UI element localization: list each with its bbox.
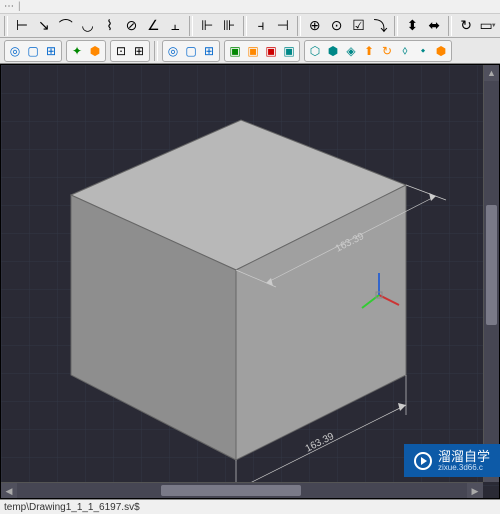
sep2 bbox=[243, 16, 247, 36]
dim-style-dropdown[interactable]: ▭▼ bbox=[478, 16, 498, 36]
intersect-icon[interactable]: ◈ bbox=[342, 42, 360, 60]
dim-quick-icon[interactable]: ⫠ bbox=[165, 16, 185, 36]
sep1 bbox=[189, 16, 193, 36]
group-solids: ▣ ▣ ▣ ▣ bbox=[224, 40, 300, 62]
dim-break-icon[interactable]: ⊣ bbox=[273, 16, 293, 36]
donut2-icon[interactable]: ◎ bbox=[164, 42, 182, 60]
group-ucs: ✦ ⬢ bbox=[66, 40, 106, 62]
dim-update-icon[interactable]: ↻ bbox=[456, 16, 476, 36]
donut-icon[interactable]: ◎ bbox=[6, 42, 24, 60]
watermark: 溜溜自学 zixue.3d66.c bbox=[404, 444, 500, 477]
group-boolean: ⬡ ⬢ ◈ ⬆ ↻ ⬨ ⬩ ⬢ bbox=[304, 40, 452, 62]
dim-continue-icon[interactable]: ⊪ bbox=[219, 16, 239, 36]
group-layer: ⊡ ⊞ bbox=[110, 40, 150, 62]
dim-linear-icon[interactable]: ⊢ bbox=[12, 16, 32, 36]
layer-a-icon[interactable]: ⊡ bbox=[112, 42, 130, 60]
dim-diameter-icon[interactable]: ⊘ bbox=[122, 16, 142, 36]
dim-angle-icon[interactable]: ∠ bbox=[143, 16, 163, 36]
box-green-icon[interactable]: ▣ bbox=[226, 42, 244, 60]
menu-sep: | bbox=[18, 1, 21, 12]
sep-mid[interactable] bbox=[154, 41, 158, 61]
layer-b-icon[interactable]: ⊞ bbox=[130, 42, 148, 60]
group-view1: ◎ ▢ ⊞ bbox=[4, 40, 62, 62]
dim-baseline-icon[interactable]: ⊩ bbox=[197, 16, 217, 36]
sep5 bbox=[448, 16, 452, 36]
revolve-icon[interactable]: ↻ bbox=[378, 42, 396, 60]
plus-icon[interactable]: ⊞ bbox=[42, 42, 60, 60]
cube-nav-icon[interactable]: ⬢ bbox=[86, 42, 104, 60]
dim-edit-icon[interactable]: ⬍ bbox=[402, 16, 422, 36]
watermark-title: 溜溜自学 bbox=[438, 450, 490, 464]
box-orange-icon[interactable]: ▣ bbox=[244, 42, 262, 60]
viewport[interactable]: 163.39 163.39 ▲ ▼ ◀ ▶ bbox=[0, 64, 500, 499]
dim-jogged-icon[interactable]: ⌇ bbox=[100, 16, 120, 36]
group-view2: ◎ ▢ ⊞ bbox=[162, 40, 220, 62]
status-bar: temp\Drawing1_1_1_6197.sv$ bbox=[0, 499, 500, 514]
dim-aligned-icon[interactable]: ↘ bbox=[34, 16, 54, 36]
play-icon bbox=[414, 452, 432, 470]
rect2-icon[interactable]: ▢ bbox=[182, 42, 200, 60]
watermark-subtitle: zixue.3d66.c bbox=[438, 464, 490, 473]
dim-arc-icon[interactable]: ⌒ bbox=[56, 16, 76, 36]
dimension-toolbar: ⊢ ↘ ⌒ ◡ ⌇ ⊘ ∠ ⫠ ⊩ ⊪ ⫞ ⊣ ⊕ ⊙ ☑ ⤵ ⬍ ⬌ ↻ ▭▼ bbox=[0, 14, 500, 38]
union-icon[interactable]: ⬡ bbox=[306, 42, 324, 60]
toolbar-grip[interactable] bbox=[4, 16, 8, 36]
press-icon[interactable]: ⬢ bbox=[432, 42, 450, 60]
dim-width-text: 163.39 bbox=[304, 431, 337, 455]
rect-icon[interactable]: ▢ bbox=[24, 42, 42, 60]
dim-center-icon[interactable]: ⊙ bbox=[327, 16, 347, 36]
scrollbar-vertical[interactable]: ▲ ▼ bbox=[483, 65, 499, 482]
scroll-v-thumb[interactable] bbox=[486, 205, 497, 325]
box-teal-icon[interactable]: ▣ bbox=[280, 42, 298, 60]
dim-radius-icon[interactable]: ◡ bbox=[78, 16, 98, 36]
scroll-right-arrow[interactable]: ▶ bbox=[467, 483, 483, 498]
sweep-icon[interactable]: ⬨ bbox=[396, 42, 414, 60]
cube-drawing: 163.39 163.39 bbox=[11, 85, 481, 499]
scroll-up-arrow[interactable]: ▲ bbox=[484, 65, 499, 81]
ucs-icon[interactable]: ✦ bbox=[68, 42, 86, 60]
scrollbar-horizontal[interactable]: ◀ ▶ bbox=[1, 482, 483, 498]
modeling-toolbar: ◎ ▢ ⊞ ✦ ⬢ ⊡ ⊞ ◎ ▢ ⊞ ▣ ▣ ▣ ▣ ⬡ ⬢ ◈ ⬆ ↻ ⬨ … bbox=[0, 38, 500, 64]
dim-inspect-icon[interactable]: ☑ bbox=[349, 16, 369, 36]
status-text: temp\Drawing1_1_1_6197.sv$ bbox=[4, 502, 140, 513]
box-red-icon[interactable]: ▣ bbox=[262, 42, 280, 60]
scroll-left-arrow[interactable]: ◀ bbox=[1, 483, 17, 498]
subtract-icon[interactable]: ⬢ bbox=[324, 42, 342, 60]
ucs-gizmo[interactable] bbox=[354, 270, 404, 320]
dim-space-icon[interactable]: ⫞ bbox=[251, 16, 271, 36]
sep3 bbox=[297, 16, 301, 36]
dim-text-icon[interactable]: ⬌ bbox=[424, 16, 444, 36]
loft-icon[interactable]: ⬩ bbox=[414, 42, 432, 60]
menu-dots[interactable]: ⋯ bbox=[4, 1, 14, 12]
dim-tolerance-icon[interactable]: ⊕ bbox=[305, 16, 325, 36]
menu-fragment: ⋯ | bbox=[0, 0, 500, 14]
sep4 bbox=[394, 16, 398, 36]
scroll-h-thumb[interactable] bbox=[161, 485, 301, 496]
dim-jog-icon[interactable]: ⤵ bbox=[371, 16, 391, 36]
extrude-icon[interactable]: ⬆ bbox=[360, 42, 378, 60]
plus2-icon[interactable]: ⊞ bbox=[200, 42, 218, 60]
